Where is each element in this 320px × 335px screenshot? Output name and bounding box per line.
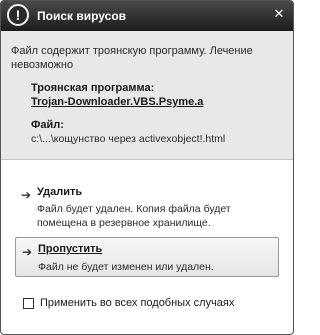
delete-action[interactable]: ➔ Удалить Файл будет удален. Копия файла… xyxy=(15,181,279,233)
window-title: Поиск вирусов xyxy=(37,9,127,23)
delete-action-title: Удалить xyxy=(37,186,83,198)
threat-info-panel: Файл содержит троянскую программу. Лечен… xyxy=(1,31,293,160)
threat-label: Троянская программа: xyxy=(31,82,155,94)
threat-name-link[interactable]: Trojan-Downloader.VBS.Psyme.a xyxy=(31,96,203,108)
skip-action-title: Пропустить xyxy=(38,243,103,255)
file-path: c:\...\кощунство через activexobject!.ht… xyxy=(31,133,226,145)
apply-all-checkbox[interactable] xyxy=(23,298,34,309)
arrow-right-icon: ➔ xyxy=(21,188,32,202)
delete-action-description: Файл будет удален. Копия файла будет пом… xyxy=(37,203,231,229)
warning-icon: ! xyxy=(7,4,29,26)
file-label: Файл: xyxy=(31,119,64,131)
title-bar[interactable]: ! Поиск вирусов ✕ xyxy=(1,1,293,31)
antivirus-alert-window: ! Поиск вирусов ✕ Файл содержит троянску… xyxy=(0,0,294,335)
skip-action[interactable]: ➔ Пропустить Файл не будет изменен или у… xyxy=(15,237,279,277)
skip-action-description: Файл не будет изменен или удален. xyxy=(38,261,214,273)
arrow-right-icon: ➔ xyxy=(22,245,33,259)
close-icon[interactable]: ✕ xyxy=(271,6,287,22)
threat-message: Файл содержит троянскую программу. Лечен… xyxy=(11,45,253,71)
apply-all-label[interactable]: Применить во всех подобных случаях xyxy=(40,297,234,309)
